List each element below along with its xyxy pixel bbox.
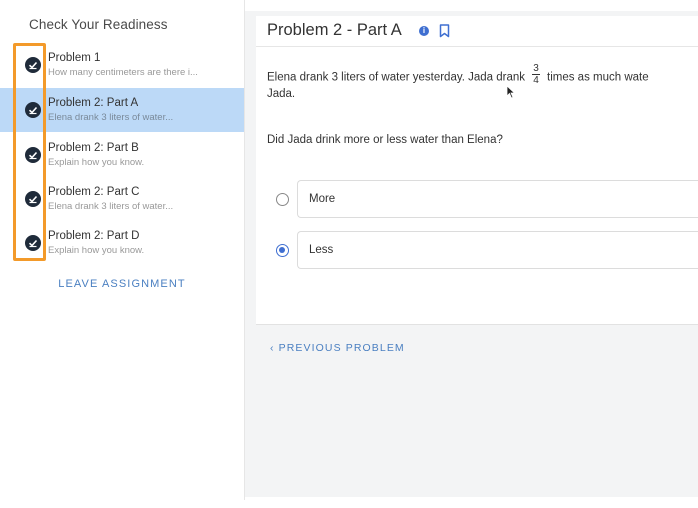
fraction-denominator: 4: [533, 75, 539, 86]
sidebar-item-problem-2-part-d[interactable]: Problem 2: Part D Explain how you know.: [0, 221, 244, 265]
option-label: More: [309, 193, 336, 205]
fraction-numerator: 3: [532, 63, 540, 75]
info-icon[interactable]: i: [419, 26, 429, 36]
option-label: Less: [309, 244, 334, 256]
question-continuation: Jada.: [267, 88, 296, 100]
radio-more[interactable]: [276, 193, 289, 206]
radio-less[interactable]: [276, 244, 289, 257]
question-before: Elena drank 3 liters of water yesterday.…: [267, 71, 526, 84]
sidebar-item-subtitle: Explain how you know.: [48, 245, 145, 256]
check-circle-icon: [25, 57, 41, 73]
sidebar-item-problem-2-part-a[interactable]: Problem 2: Part A Elena drank 3 liters o…: [0, 88, 244, 132]
sidebar-item-subtitle: Explain how you know.: [48, 157, 145, 168]
sidebar: Check Your Readiness Problem 1 How many …: [0, 0, 245, 500]
check-circle-icon: [25, 102, 41, 118]
sidebar-item-title: Problem 2: Part C: [48, 186, 140, 198]
leave-assignment-button[interactable]: LEAVE ASSIGNMENT: [0, 278, 244, 290]
sidebar-title: Check Your Readiness: [29, 17, 168, 32]
sidebar-item-title: Problem 2: Part A: [48, 97, 139, 109]
mouse-cursor-icon: [506, 85, 516, 104]
sidebar-item-problem-1[interactable]: Problem 1 How many centimeters are there…: [0, 43, 244, 87]
chevron-left-icon: ‹: [270, 342, 275, 354]
problem-title: Problem 2 - Part A: [267, 21, 402, 39]
option-less[interactable]: Less: [297, 231, 698, 269]
previous-problem-label: PREVIOUS PROBLEM: [278, 342, 405, 354]
sidebar-item-title: Problem 2: Part B: [48, 142, 139, 154]
check-circle-icon: [25, 235, 41, 251]
fraction: 3 4: [532, 63, 540, 86]
problem-header: Problem 2 - Part A i: [256, 16, 698, 47]
sidebar-item-problem-2-part-b[interactable]: Problem 2: Part B Explain how you know.: [0, 133, 244, 177]
previous-problem-button[interactable]: ‹ PREVIOUS PROBLEM: [270, 342, 405, 354]
sidebar-item-subtitle: How many centimeters are there i...: [48, 67, 198, 78]
option-more[interactable]: More: [297, 180, 698, 218]
sidebar-item-title: Problem 2: Part D: [48, 230, 140, 242]
bookmark-icon[interactable]: [439, 24, 450, 43]
question-text: Elena drank 3 liters of water yesterday.…: [267, 63, 649, 89]
sidebar-item-subtitle: Elena drank 3 liters of water...: [48, 201, 174, 212]
sidebar-item-problem-2-part-c[interactable]: Problem 2: Part C Elena drank 3 liters o…: [0, 177, 244, 221]
question-prompt: Did Jada drink more or less water than E…: [267, 134, 503, 146]
question-after: times as much wate: [547, 71, 649, 84]
problem-card: Problem 2 - Part A i Elena drank 3 liter…: [256, 16, 698, 325]
sidebar-item-title: Problem 1: [48, 52, 101, 64]
sidebar-item-subtitle: Elena drank 3 liters of water...: [48, 112, 174, 123]
check-circle-icon: [25, 147, 41, 163]
check-circle-icon: [25, 191, 41, 207]
